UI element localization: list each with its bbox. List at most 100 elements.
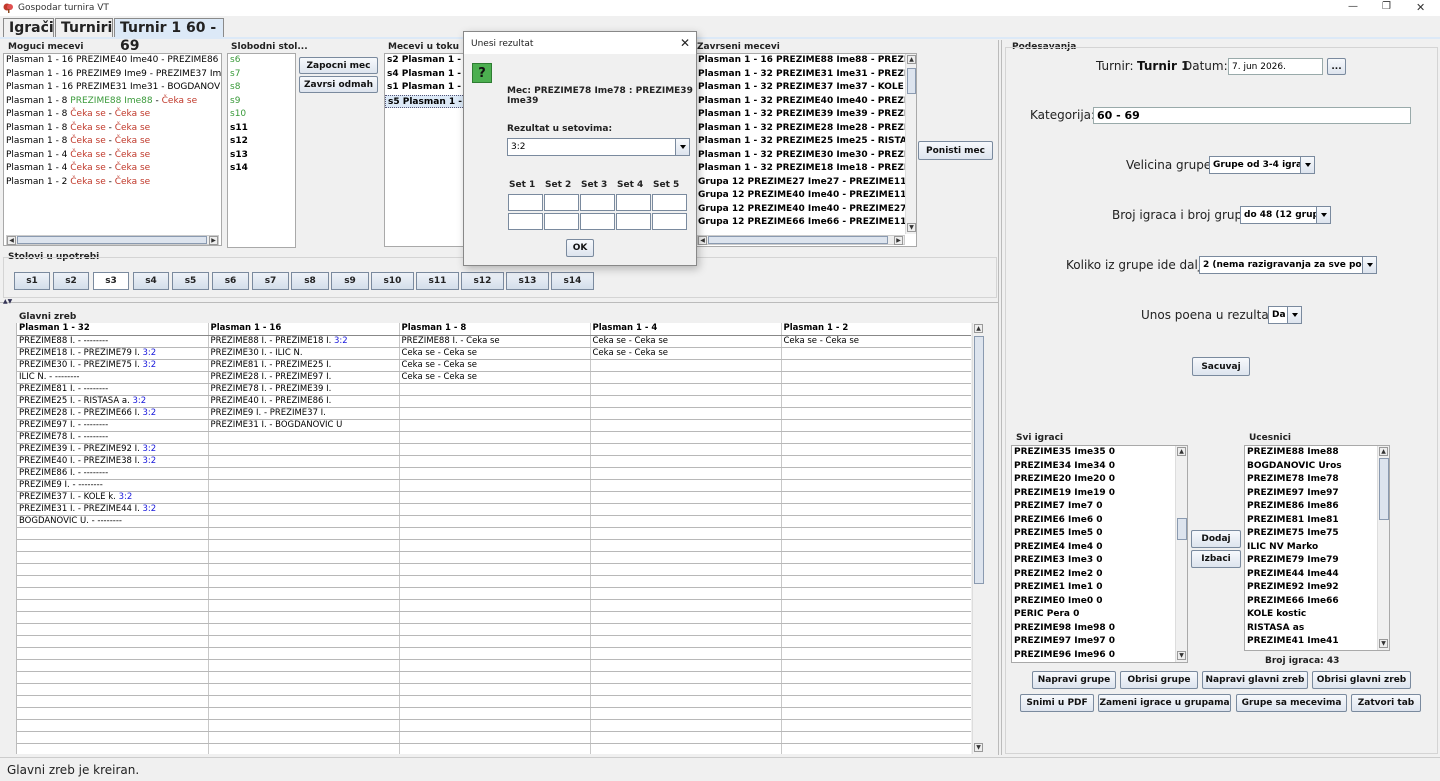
table-cell[interactable] [781, 395, 971, 408]
set-score-input[interactable] [616, 213, 651, 230]
list-item[interactable]: PREZIME7 Ime7 0 [1012, 500, 1187, 514]
table-cell[interactable] [590, 575, 782, 588]
list-item[interactable]: Plasman 1 - 32 PREZIME18 Ime18 - PREZIME… [696, 162, 916, 176]
maximize-button[interactable]: ❐ [1382, 1, 1391, 12]
list-item[interactable]: Plasman 1 - 32 PREZIME28 Ime28 - PREZIME… [696, 122, 916, 136]
table-button-s8[interactable]: s8 [291, 272, 329, 290]
ucesnici-vscroll[interactable]: ▲ ▼ [1377, 446, 1389, 650]
list-item[interactable]: Grupa 12 PREZIME40 Ime40 - PREZIME11 Ime… [696, 189, 916, 203]
dodaj-button[interactable]: Dodaj [1191, 530, 1241, 548]
chevron-down-icon[interactable] [1300, 157, 1314, 173]
table-cell[interactable] [208, 491, 400, 504]
table-cell[interactable] [208, 647, 400, 660]
unos-select[interactable]: Da [1268, 306, 1302, 324]
table-cell[interactable]: PREZIME30 I. - PREZIME75 I. 3:2 [17, 359, 209, 372]
scroll-left-icon[interactable]: ◀ [698, 236, 707, 245]
table-cell[interactable] [590, 635, 782, 648]
list-item[interactable]: PREZIME79 Ime79 [1245, 554, 1389, 568]
table-cell[interactable]: PREZIME31 I. - PREZIME44 I. 3:2 [17, 503, 209, 516]
table-cell[interactable] [781, 503, 971, 516]
table-item[interactable]: s12 [228, 135, 295, 149]
table-cell[interactable] [399, 539, 591, 552]
table-item[interactable]: s6 [228, 54, 295, 68]
list-item[interactable]: PERIC Pera 0 [1012, 608, 1187, 622]
table-cell[interactable] [781, 719, 971, 732]
table-cell[interactable] [590, 419, 782, 432]
list-item[interactable]: s1 Plasman 1 - 16 [385, 81, 465, 95]
sacuvaj-button[interactable]: Sacuvaj [1192, 357, 1250, 376]
svi-list[interactable]: PREZIME35 Ime35 0 PREZIME34 Ime34 0 PREZIM… [1011, 445, 1188, 663]
table-cell[interactable] [781, 575, 971, 588]
table-cell[interactable] [781, 671, 971, 684]
table-cell[interactable] [208, 707, 400, 720]
list-item[interactable]: KOLE kostic [1245, 608, 1389, 622]
table-cell[interactable] [399, 743, 591, 754]
table-cell[interactable] [590, 539, 782, 552]
table-cell[interactable]: Čeka se - Čeka se [781, 335, 971, 348]
table-cell[interactable] [781, 707, 971, 720]
table-cell[interactable] [399, 563, 591, 576]
table-cell[interactable]: PREZIME78 I. - PREZIME39 I. [208, 383, 400, 396]
table-button-s11[interactable]: s11 [416, 272, 459, 290]
table-cell[interactable]: PREZIME88 I. - Čeka se [399, 335, 591, 348]
list-item[interactable]: Plasman 1 - 16 PREZIME88 Ime88 - PREZIME… [696, 54, 916, 68]
table-button-s1[interactable]: s1 [14, 272, 50, 290]
table-cell[interactable] [399, 695, 591, 708]
table-cell[interactable] [781, 683, 971, 696]
list-item[interactable]: s2 Plasman 1 - 16 [385, 54, 465, 68]
table-cell[interactable] [781, 731, 971, 744]
table-cell[interactable]: ILIC N. - -------- [17, 371, 209, 384]
table-cell[interactable] [781, 623, 971, 636]
table-button-s5[interactable]: s5 [172, 272, 209, 290]
table-cell[interactable] [208, 743, 400, 754]
table-cell[interactable] [208, 659, 400, 672]
table-cell[interactable]: PREZIME31 I. - BOGDANOVIC U [208, 419, 400, 432]
chevron-down-icon[interactable] [1362, 257, 1376, 273]
table-cell[interactable] [17, 719, 209, 732]
table-cell[interactable]: PREZIME9 I. - -------- [17, 479, 209, 492]
table-cell[interactable] [590, 395, 782, 408]
table-button-s12[interactable]: s12 [461, 272, 504, 290]
scroll-up-icon[interactable]: ▲ [974, 324, 983, 333]
set-score-input[interactable] [508, 194, 543, 211]
table-cell[interactable]: PREZIME40 I. - PREZIME38 I. 3:2 [17, 455, 209, 468]
table-cell[interactable] [17, 635, 209, 648]
table-cell[interactable] [590, 611, 782, 624]
list-item[interactable]: PREZIME44 Ime44 [1245, 568, 1389, 582]
datum-picker-button[interactable]: ... [1327, 58, 1346, 75]
set-score-input[interactable] [652, 194, 687, 211]
table-cell[interactable] [17, 599, 209, 612]
table-cell[interactable] [590, 371, 782, 384]
table-cell[interactable] [17, 695, 209, 708]
snimi-pdf-button[interactable]: Snimi u PDF [1020, 694, 1094, 712]
table-cell[interactable] [399, 587, 591, 600]
set-score-input[interactable] [580, 213, 615, 230]
table-cell[interactable] [208, 719, 400, 732]
svi-vscroll[interactable]: ▲ ▼ [1175, 446, 1187, 662]
table-cell[interactable] [781, 431, 971, 444]
list-item[interactable]: Plasman 1 - 8 Čeka se - Čeka se [4, 122, 221, 136]
scroll-thumb[interactable] [907, 68, 916, 94]
table-item[interactable]: s13 [228, 149, 295, 163]
table-cell[interactable] [781, 647, 971, 660]
table-cell[interactable] [17, 587, 209, 600]
table-cell[interactable] [781, 587, 971, 600]
table-cell[interactable] [590, 383, 782, 396]
glavni-grid[interactable]: Plasman 1 - 32 Plasman 1 - 16 Plasman 1 - … [16, 323, 971, 754]
table-cell[interactable] [590, 503, 782, 516]
scroll-up-icon[interactable]: ▲ [1177, 447, 1186, 456]
table-cell[interactable]: PREZIME81 I. - PREZIME25 I. [208, 359, 400, 372]
scroll-thumb[interactable] [708, 236, 888, 244]
scroll-down-icon[interactable]: ▼ [1379, 639, 1388, 648]
table-cell[interactable]: PREZIME39 I. - PREZIME92 I. 3:2 [17, 443, 209, 456]
list-item[interactable]: Plasman 1 - 32 PREZIME30 Ime30 - PREZIME… [696, 149, 916, 163]
table-cell[interactable] [208, 503, 400, 516]
list-item[interactable]: Plasman 1 - 32 PREZIME31 Ime31 - PREZIME… [696, 68, 916, 82]
obrisi-grupe-button[interactable]: Obrisi grupe [1120, 671, 1198, 689]
table-cell[interactable] [781, 563, 971, 576]
moguci-hscroll[interactable]: ◀ ▶ [6, 235, 219, 245]
table-cell[interactable] [17, 707, 209, 720]
table-cell[interactable] [590, 455, 782, 468]
table-cell[interactable] [590, 623, 782, 636]
list-item[interactable]: Plasman 1 - 32 PREZIME25 Ime25 - RISTASA… [696, 135, 916, 149]
